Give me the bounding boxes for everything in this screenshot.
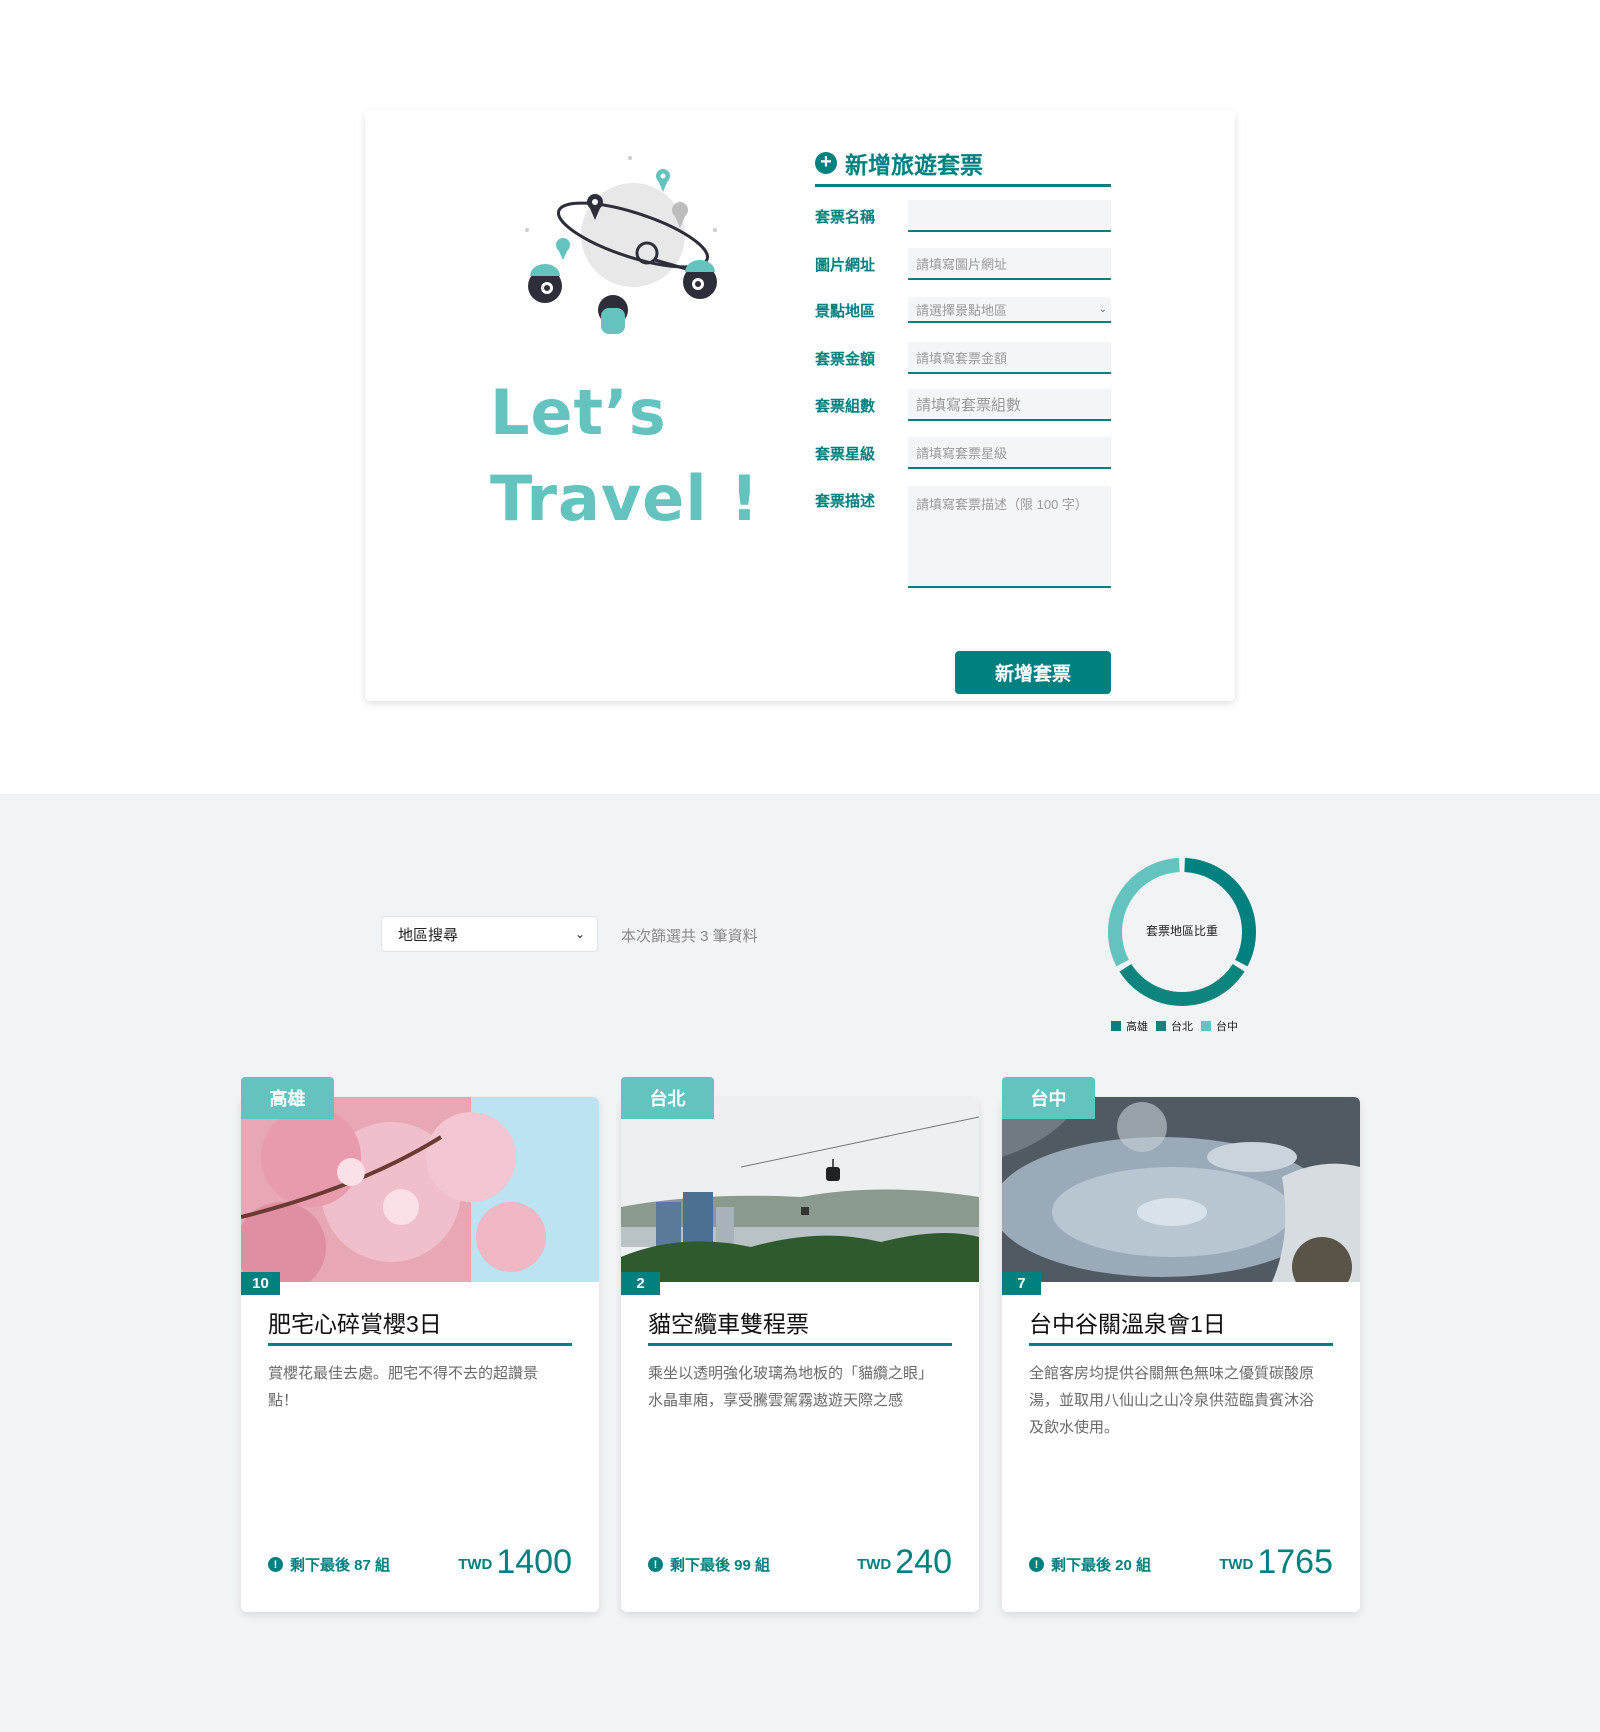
slogan: Let’s Travel ! xyxy=(490,370,759,542)
group-label: 套票組數 xyxy=(815,397,876,415)
currency: TWD xyxy=(1219,1556,1254,1573)
ticket-footer: ! 剩下最後 99 組 TWD 240 xyxy=(648,1543,952,1581)
remaining-groups: ! 剩下最後 20 組 xyxy=(1029,1554,1151,1581)
ticket-list-section: 地區搜尋 ⌄ 本次篩選共 3 筆資料 套票地區比重 高雄台北台中 高雄 10 xyxy=(0,794,1600,1732)
ticket-name-text: 台中谷關溫泉會1日 xyxy=(1029,1311,1226,1337)
add-ticket-form: + 新增旅遊套票 套票名稱 圖片網址 請填寫圖片網址 景點地區 請選擇景點地區 … xyxy=(815,146,1111,694)
form-title-text: 新增旅遊套票 xyxy=(845,152,983,178)
ticket-name: 肥宅心碎賞櫻3日 xyxy=(268,1305,572,1346)
area-select[interactable]: 請選擇景點地區 ⌄ xyxy=(908,297,1111,323)
ticket-name: 台中谷關溫泉會1日 xyxy=(1029,1305,1333,1346)
travel-illustration xyxy=(525,156,717,334)
ticket-name-label: 套票名稱 xyxy=(815,208,876,226)
ticket-price: TWD 1400 xyxy=(458,1543,572,1581)
ticket-description: 乘坐以透明強化玻璃為地板的「貓纜之眼」水晶車廂，享受騰雲駕霧遨遊天際之感 xyxy=(648,1365,934,1409)
image-url-input[interactable]: 請填寫圖片網址 xyxy=(908,248,1111,280)
currency: TWD xyxy=(458,1556,493,1573)
legend-swatch xyxy=(1156,1021,1166,1031)
description-label: 套票描述 xyxy=(815,493,876,510)
ticket-description: 全館客房均提供谷關無色無味之優質碳酸原湯，並取用八仙山之山冷泉供蒞臨貴賓沐浴及飲… xyxy=(1029,1365,1315,1436)
add-ticket-card: Let’s Travel ! + 新增旅遊套票 套票名稱 圖片網址 請填寫圖片網… xyxy=(365,110,1235,701)
form-title: + 新增旅遊套票 xyxy=(815,146,1111,187)
rate-input[interactable]: 請填寫套票星級 xyxy=(908,437,1111,469)
ticket-name: 貓空纜車雙程票 xyxy=(648,1305,952,1346)
add-ticket-button[interactable]: 新增套票 xyxy=(955,651,1111,694)
ticket-price: TWD 240 xyxy=(857,1543,952,1581)
legend-swatch xyxy=(1111,1021,1121,1031)
ticket-name-text: 肥宅心碎賞櫻3日 xyxy=(268,1311,442,1337)
ticket-description: 賞櫻花最佳去處。肥宅不得不去的超讚景點！ xyxy=(268,1365,539,1409)
area-label: 景點地區 xyxy=(815,302,876,320)
image-url-label: 圖片網址 xyxy=(815,256,876,274)
legend-label: 台北 xyxy=(1171,1021,1193,1033)
legend-item: 高雄 xyxy=(1111,1018,1148,1034)
donut-slice-台中 xyxy=(1108,858,1180,967)
price-label: 套票金額 xyxy=(815,350,876,368)
area-tag: 高雄 xyxy=(241,1077,334,1119)
rate-badge: 10 xyxy=(241,1272,280,1295)
group-row: 套票組數 請填寫套票組數 xyxy=(815,389,1111,421)
legend-label: 高雄 xyxy=(1126,1021,1148,1033)
currency: TWD xyxy=(857,1556,892,1573)
gondola-cityscape-photo xyxy=(621,1097,979,1282)
add-ticket-section: Let’s Travel ! + 新增旅遊套票 套票名稱 圖片網址 請填寫圖片網… xyxy=(0,0,1600,794)
chevron-down-icon: ⌄ xyxy=(1098,303,1107,315)
remaining-text: 剩下最後 20 組 xyxy=(1051,1557,1152,1574)
legend-item: 台中 xyxy=(1201,1018,1238,1034)
area-select-value: 請選擇景點地區 xyxy=(916,302,1008,318)
ticket-name-input[interactable] xyxy=(908,200,1111,232)
slogan-line-1: Let’s xyxy=(490,376,667,449)
result-count: 本次篩選共 3 筆資料 xyxy=(621,928,758,945)
remaining-groups: ! 剩下最後 99 組 xyxy=(648,1554,770,1581)
ticket-name-row: 套票名稱 xyxy=(815,200,1111,232)
chevron-down-icon: ⌄ xyxy=(574,927,585,941)
price-row: 套票金額 請填寫套票金額 xyxy=(815,342,1111,374)
ticket-price: TWD 1765 xyxy=(1219,1543,1333,1581)
area-donut-chart: 套票地區比重 高雄 台北 台中 xyxy=(1100,854,1264,1034)
area-tag: 台中 xyxy=(1002,1077,1095,1119)
legend-label: 台中 xyxy=(1216,1021,1238,1033)
remaining-text: 剩下最後 99 組 xyxy=(670,1557,771,1574)
rate-row: 套票星級 請填寫套票星級 xyxy=(815,437,1111,469)
description-textarea[interactable]: 請填寫套票描述（限 100 字） xyxy=(908,486,1111,588)
remaining-groups: ! 剩下最後 87 組 xyxy=(268,1554,390,1581)
area-tag: 台北 xyxy=(621,1077,714,1119)
donut-slice-高雄 xyxy=(1184,858,1256,967)
area-row: 景點地區 請選擇景點地區 ⌄ xyxy=(815,297,1111,323)
price-amount: 240 xyxy=(895,1543,952,1581)
hot-spring-photo xyxy=(1002,1097,1360,1282)
cherry-blossom-photo xyxy=(241,1097,599,1282)
exclamation-circle-icon: ! xyxy=(1029,1557,1044,1572)
group-input[interactable]: 請填寫套票組數 xyxy=(908,389,1111,421)
area-search-value: 地區搜尋 xyxy=(398,926,459,944)
slogan-line-2: Travel ! xyxy=(490,462,760,535)
ticket-footer: ! 剩下最後 20 組 TWD 1765 xyxy=(1029,1543,1333,1581)
price-amount: 1400 xyxy=(496,1543,572,1581)
image-url-row: 圖片網址 請填寫圖片網址 xyxy=(815,248,1111,280)
exclamation-circle-icon: ! xyxy=(648,1557,663,1572)
donut-slice-台北 xyxy=(1119,963,1245,1006)
ticket-card[interactable]: 台北 2 貓空纜車雙程票 乘坐以透明強化玻璃為地板的「貓纜之眼」水晶車廂，享受騰… xyxy=(621,1077,979,1612)
remaining-text: 剩下最後 87 組 xyxy=(290,1557,391,1574)
rate-badge: 7 xyxy=(1002,1272,1041,1295)
exclamation-circle-icon: ! xyxy=(268,1557,283,1572)
plus-circle-icon: + xyxy=(815,152,837,174)
description-row: 套票描述 請填寫套票描述（限 100 字） xyxy=(815,486,1111,588)
ticket-card[interactable]: 高雄 10 肥宅心碎賞櫻3日 賞櫻花最佳去處。肥宅不得不去的超讚景點！ ! 剩下… xyxy=(241,1077,599,1612)
ticket-footer: ! 剩下最後 87 組 TWD 1400 xyxy=(268,1543,572,1581)
legend-item: 台北 xyxy=(1156,1018,1193,1034)
chart-title: 套票地區比重 xyxy=(1145,924,1218,938)
legend-swatch xyxy=(1201,1021,1211,1031)
price-input[interactable]: 請填寫套票金額 xyxy=(908,342,1111,374)
price-amount: 1765 xyxy=(1257,1543,1333,1581)
area-search-select[interactable]: 地區搜尋 ⌄ xyxy=(381,916,598,952)
ticket-card[interactable]: 台中 7 台中谷關溫泉會1日 全館客房均提供谷關無色無味之優質碳酸原湯，並取用八… xyxy=(1002,1077,1360,1612)
rate-badge: 2 xyxy=(621,1272,660,1295)
chart-legend: 高雄 台北 台中 xyxy=(1111,1018,1238,1034)
rate-label: 套票星級 xyxy=(815,445,876,463)
ticket-name-text: 貓空纜車雙程票 xyxy=(648,1311,809,1337)
